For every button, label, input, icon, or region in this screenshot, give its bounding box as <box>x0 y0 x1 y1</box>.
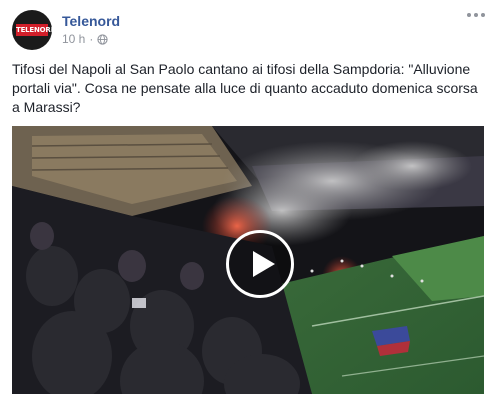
play-icon <box>253 251 275 277</box>
play-button[interactable] <box>226 230 294 298</box>
page-name-link[interactable]: Telenord <box>62 13 120 29</box>
post-text: Tifosi del Napoli al San Paolo cantano a… <box>12 61 478 115</box>
globe-icon <box>97 33 108 45</box>
more-horizontal-icon[interactable] <box>467 10 485 20</box>
video-player[interactable] <box>12 126 484 394</box>
avatar-logo-text: TELENORD <box>16 24 52 36</box>
meta-separator: · <box>89 32 94 46</box>
post-header: TELENORD Telenord 10 h · <box>12 10 485 52</box>
post-timestamp[interactable]: 10 h <box>62 32 85 46</box>
post-meta: 10 h · <box>62 32 108 46</box>
page-avatar[interactable]: TELENORD <box>12 10 52 50</box>
